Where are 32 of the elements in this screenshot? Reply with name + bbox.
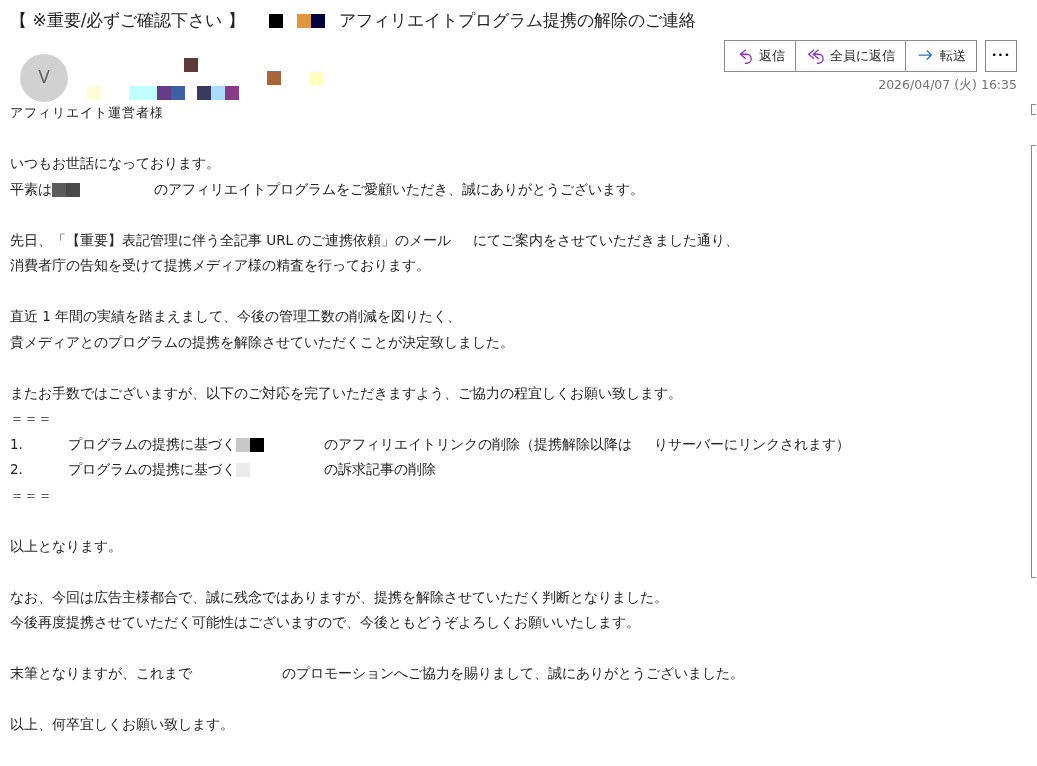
body-text: りサーバーにリンクされます） bbox=[654, 435, 850, 452]
body-text: またお手数ではございますが、以下のご対応を完了いただきますよう、ご協力の程宜しくお願い致します。 bbox=[10, 384, 682, 401]
salutation: アフィリエイト運営者様 bbox=[10, 104, 165, 122]
list-number: 1. bbox=[10, 434, 24, 454]
body-text: プログラムの提携に基づく bbox=[68, 461, 236, 477]
body-text: 消費者庁の告知を受けて提携メディア様の精査を行っております。 bbox=[10, 257, 430, 273]
body-text: 先日、「【重要】表記管理に伴う全記事 URL のご連携依頼」のメール bbox=[10, 231, 452, 248]
body-text: のアフィリエイトプログラムをご愛顧いただき、誠にありがとうございます。 bbox=[154, 180, 644, 197]
body-text: のプロモーションへご協力を賜りまして、誠にありがとうございました。 bbox=[282, 665, 744, 681]
body-text: ＝＝＝ bbox=[10, 486, 52, 503]
scrollbar-thumb[interactable] bbox=[1031, 145, 1036, 578]
subject-tag: 【 ※重要/必ずご確認下さい 】 bbox=[10, 8, 245, 34]
body-text: 今後再度提携させていただく可能性はございますので、今後ともどうぞよろしくお願いいたします。 bbox=[10, 614, 640, 630]
body-text: プログラムの提携に基づく bbox=[68, 435, 236, 452]
body-text: にてご案内をさせていただきました通り、 bbox=[473, 231, 740, 248]
body-text: 以上となります。 bbox=[10, 537, 122, 554]
body-text: 貴メディアとのプログラムの提携を解除させていただくことが決定致しました。 bbox=[10, 333, 514, 350]
body-text: 末筆となりますが、これまで bbox=[10, 665, 192, 681]
list-number: 2. bbox=[10, 460, 24, 479]
reply-all-icon bbox=[806, 46, 824, 66]
more-button[interactable]: ••• bbox=[985, 40, 1017, 72]
body-text: なお、今回は広告主様都合で、誠に残念ではありますが、提携を解除させていただく判断となりました。 bbox=[10, 588, 668, 605]
body-text: 平素は bbox=[10, 180, 52, 197]
timestamp: 2026/04/07 (火) 16:35 bbox=[878, 76, 1017, 94]
body-text: の訴求記事の削除 bbox=[324, 461, 436, 477]
body-text: いつもお世話になっております。 bbox=[10, 155, 220, 171]
body-text: のアフィリエイトリンクの削除（提携解除以降は bbox=[324, 435, 632, 452]
subject-title: アフィリエイトプログラム提携の解除のご連絡 bbox=[338, 9, 696, 33]
body-text: ＝＝＝ bbox=[10, 410, 52, 426]
avatar: V bbox=[20, 54, 68, 102]
body-text: 直近 1 年間の実績を踏まえまして、今後の管理工数の削減を図りたく、 bbox=[10, 308, 462, 324]
body-text: 以上、何卒宜しくお願い致します。 bbox=[10, 716, 234, 732]
